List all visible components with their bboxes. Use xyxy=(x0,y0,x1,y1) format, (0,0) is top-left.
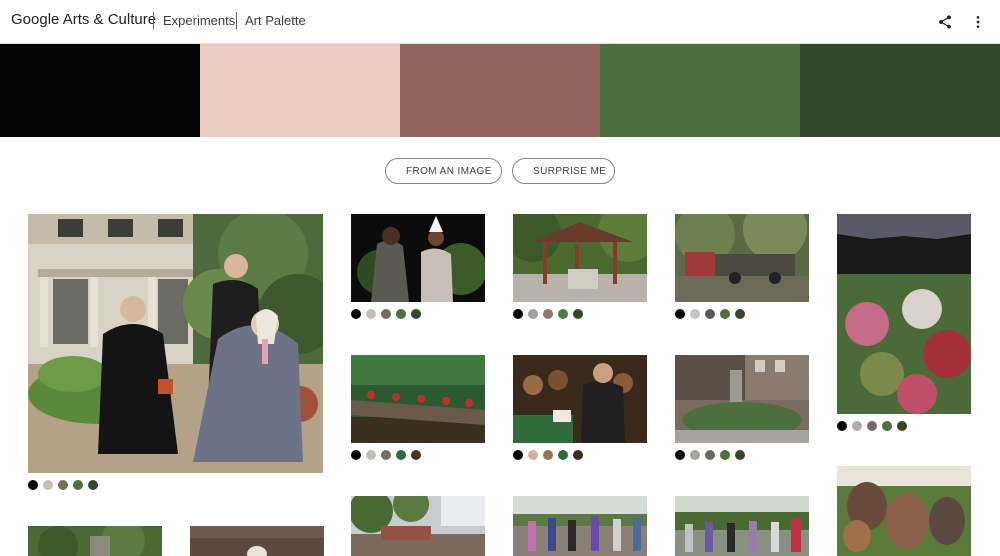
color-dot[interactable] xyxy=(558,309,568,319)
color-dot[interactable] xyxy=(867,421,877,431)
still-life-photo-thumbnail xyxy=(190,526,324,556)
result-speaker-photo[interactable] xyxy=(513,355,647,443)
color-dot[interactable] xyxy=(543,450,553,460)
result-performers-photo[interactable] xyxy=(351,214,485,302)
speaker-photo-thumbnail xyxy=(513,355,647,443)
more-menu-button[interactable] xyxy=(967,11,989,33)
waterfront-photo-thumbnail xyxy=(351,496,485,556)
color-dot[interactable] xyxy=(735,309,745,319)
color-dot[interactable] xyxy=(381,309,391,319)
color-dot[interactable] xyxy=(852,421,862,431)
color-dot[interactable] xyxy=(381,450,391,460)
color-dot[interactable] xyxy=(882,421,892,431)
result-flower-garden-photo[interactable] xyxy=(837,214,971,414)
color-dot[interactable] xyxy=(351,450,361,460)
surprise-me-label: SURPRISE ME xyxy=(533,165,607,177)
color-dot[interactable] xyxy=(396,309,406,319)
palette-swatch-2[interactable] xyxy=(200,44,400,137)
color-dot[interactable] xyxy=(28,480,38,490)
more-vertical-icon xyxy=(976,16,980,28)
result-still-life-photo[interactable] xyxy=(190,526,324,556)
color-dot[interactable] xyxy=(705,450,715,460)
result-crowd-photo[interactable] xyxy=(513,496,647,556)
color-dot[interactable] xyxy=(573,450,583,460)
color-dot[interactable] xyxy=(675,450,685,460)
color-dot[interactable] xyxy=(528,309,538,319)
color-dot[interactable] xyxy=(396,450,406,460)
color-dot[interactable] xyxy=(411,309,421,319)
palette-swatch-1[interactable] xyxy=(0,44,200,137)
color-dot[interactable] xyxy=(58,480,68,490)
share-button[interactable] xyxy=(934,11,956,33)
color-dot[interactable] xyxy=(573,309,583,319)
from-image-label: FROM AN IMAGE xyxy=(406,165,492,177)
old-truck-photo-thumbnail xyxy=(675,214,809,302)
surprise-me-button[interactable]: SURPRISE ME xyxy=(512,158,615,184)
rowers-photo-thumbnail xyxy=(351,355,485,443)
color-dot[interactable] xyxy=(411,450,421,460)
color-palette xyxy=(0,44,1000,137)
breadcrumb-divider xyxy=(236,12,237,29)
result-old-truck-photo[interactable] xyxy=(675,214,809,302)
result-pavilion-photo[interactable] xyxy=(513,214,647,302)
garden-photo-thumbnail xyxy=(675,355,809,443)
result-trees-photo[interactable] xyxy=(28,526,162,556)
result-rowers-photo[interactable] xyxy=(351,355,485,443)
color-dot[interactable] xyxy=(720,309,730,319)
color-dot[interactable] xyxy=(837,421,847,431)
share-icon xyxy=(939,15,951,29)
color-dots xyxy=(837,421,907,431)
color-dot[interactable] xyxy=(88,480,98,490)
trees-photo-thumbnail xyxy=(28,526,162,556)
color-dots xyxy=(351,309,421,319)
performers-photo-thumbnail xyxy=(351,214,485,302)
breadcrumb-experiments[interactable]: Experiments xyxy=(163,13,235,28)
color-dots xyxy=(675,450,745,460)
color-dot[interactable] xyxy=(43,480,53,490)
color-dots xyxy=(351,450,421,460)
color-dot[interactable] xyxy=(513,450,523,460)
result-group-photo[interactable] xyxy=(675,496,809,556)
color-dot[interactable] xyxy=(735,450,745,460)
color-dot[interactable] xyxy=(366,309,376,319)
palette-swatch-5[interactable] xyxy=(800,44,1000,137)
color-dot[interactable] xyxy=(558,450,568,460)
breadcrumb-art-palette[interactable]: Art Palette xyxy=(245,13,306,28)
color-dot[interactable] xyxy=(73,480,83,490)
color-dots xyxy=(28,480,98,490)
breadcrumb-divider xyxy=(153,12,154,29)
result-mansion-painting[interactable] xyxy=(28,214,323,473)
result-garden-photo[interactable] xyxy=(675,355,809,443)
palette-swatch-3[interactable] xyxy=(400,44,600,137)
color-dot[interactable] xyxy=(897,421,907,431)
palette-swatch-4[interactable] xyxy=(600,44,800,137)
color-dot[interactable] xyxy=(513,309,523,319)
group-photo-thumbnail xyxy=(675,496,809,556)
pavilion-photo-thumbnail xyxy=(513,214,647,302)
color-dot[interactable] xyxy=(543,309,553,319)
brand-logo[interactable]: Google Arts & Culture xyxy=(11,11,156,28)
color-dot[interactable] xyxy=(720,450,730,460)
color-dots xyxy=(513,450,583,460)
from-image-button[interactable]: FROM AN IMAGE xyxy=(385,158,502,184)
top-bar: Google Arts & Culture Experiments Art Pa… xyxy=(0,0,1000,44)
color-dots xyxy=(675,309,745,319)
mansion-painting-thumbnail xyxy=(28,214,323,473)
result-waterfront-photo[interactable] xyxy=(351,496,485,556)
color-dot[interactable] xyxy=(690,309,700,319)
color-dot[interactable] xyxy=(675,309,685,319)
color-dot[interactable] xyxy=(528,450,538,460)
flower-garden-photo-thumbnail xyxy=(837,214,971,414)
color-dot[interactable] xyxy=(366,450,376,460)
color-dot[interactable] xyxy=(705,309,715,319)
color-dot[interactable] xyxy=(690,450,700,460)
result-pottery-photo[interactable] xyxy=(837,466,971,556)
pottery-photo-thumbnail xyxy=(837,466,971,556)
crowd-photo-thumbnail xyxy=(513,496,647,556)
color-dot[interactable] xyxy=(351,309,361,319)
color-dots xyxy=(513,309,583,319)
